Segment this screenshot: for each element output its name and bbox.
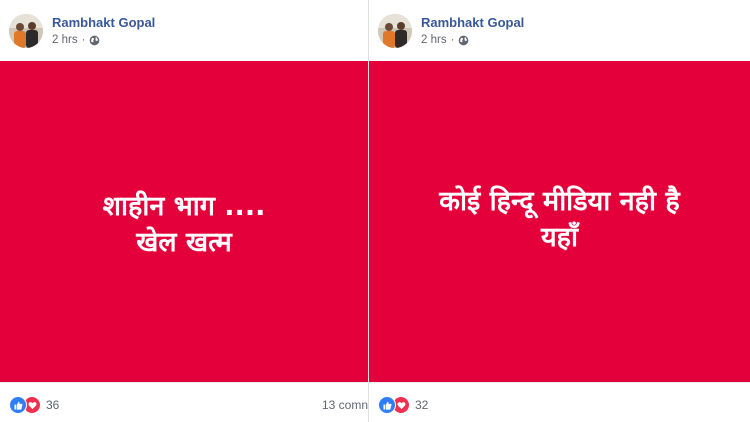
post-time-link[interactable]: 2 hrs <box>52 34 78 46</box>
post-meta: 2 hrs · <box>52 34 100 46</box>
post-header: Rambhakt Gopal 2 hrs · <box>369 0 750 60</box>
post-time-link[interactable]: 2 hrs <box>421 34 447 46</box>
comments-count-link[interactable]: 13 comn <box>322 398 368 412</box>
post-banner-image: कोई हिन्दू मीडिया नही है यहाँ <box>369 61 750 382</box>
post-footer: 36 13 comn <box>0 382 368 422</box>
facebook-post-left: Rambhakt Gopal 2 hrs · शाहीन भाग .... खे… <box>0 0 369 422</box>
post-meta: 2 hrs · <box>421 34 469 46</box>
banner-line: यहाँ <box>541 222 578 253</box>
meta-separator: · <box>450 34 455 46</box>
banner-text: कोई हिन्दू मीडिया नही है यहाँ <box>369 184 750 256</box>
like-icon <box>378 396 396 414</box>
banner-line: खेल खत्म <box>136 227 232 258</box>
reaction-count: 36 <box>46 398 60 412</box>
avatar[interactable] <box>378 14 412 48</box>
post-footer: 32 <box>369 382 750 422</box>
reaction-count: 32 <box>415 398 429 412</box>
post-banner-image: शाहीन भाग .... खेल खत्म <box>0 61 368 382</box>
meta-separator: · <box>81 34 86 46</box>
facebook-post-right: Rambhakt Gopal 2 hrs · कोई हिन्दू मीडिया… <box>369 0 750 422</box>
reactions-summary[interactable]: 36 <box>9 396 59 414</box>
banner-line: शाहीन भाग .... <box>102 191 266 222</box>
globe-icon[interactable] <box>89 35 100 46</box>
post-header: Rambhakt Gopal 2 hrs · <box>0 0 368 60</box>
globe-icon[interactable] <box>458 35 469 46</box>
reactions-summary[interactable]: 32 <box>378 396 428 414</box>
avatar[interactable] <box>9 14 43 48</box>
author-name-link[interactable]: Rambhakt Gopal <box>421 15 524 30</box>
like-icon <box>9 396 27 414</box>
author-name-link[interactable]: Rambhakt Gopal <box>52 15 155 30</box>
banner-line: कोई हिन्दू मीडिया नही है <box>439 186 680 217</box>
banner-text: शाहीन भाग .... खेल खत्म <box>0 189 368 261</box>
